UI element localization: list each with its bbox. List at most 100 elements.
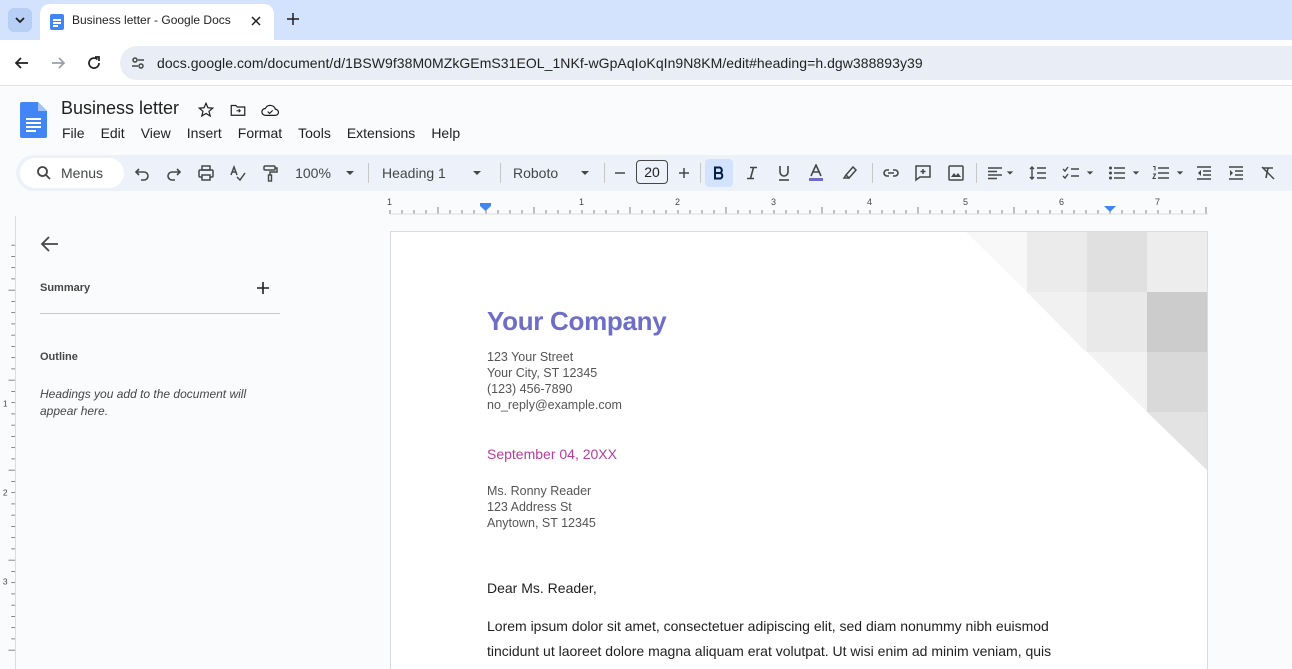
spelling-check-button[interactable] <box>226 159 250 187</box>
close-icon <box>251 16 261 26</box>
menu-view[interactable]: View <box>133 124 179 144</box>
recipient-address-line[interactable]: Anytown, ST 12345 <box>487 516 596 530</box>
paint-format-button[interactable] <box>258 159 282 187</box>
document-page[interactable]: Your Company 123 Your Street Your City, … <box>390 231 1208 669</box>
zoom-value: 100% <box>295 165 331 181</box>
reload-button[interactable] <box>82 51 106 75</box>
dropdown-arrow-icon <box>581 171 590 175</box>
increase-font-size-button[interactable] <box>674 159 694 187</box>
numbered-list-select[interactable] <box>1148 159 1188 187</box>
recipient-address-line[interactable]: 123 Address St <box>487 500 572 514</box>
menus-search-box[interactable]: Menus <box>20 158 124 188</box>
tab-search-button[interactable] <box>8 8 32 32</box>
toolbar-divider <box>604 163 605 183</box>
clear-formatting-icon <box>1261 166 1275 180</box>
vertical-ruler[interactable]: 1 2 3 <box>0 216 16 669</box>
highlighter-icon <box>842 165 858 180</box>
letter-body-line[interactable]: Lorem ipsum dolor sit amet, consectetuer… <box>487 618 1049 634</box>
sender-address-line[interactable]: (123) 456-7890 <box>487 382 572 396</box>
horizontal-ruler[interactable]: 1 1 2 3 4 5 6 7 <box>0 196 1292 216</box>
first-line-indent-marker[interactable] <box>480 203 491 211</box>
forward-button[interactable] <box>46 51 70 75</box>
google-docs-logo-icon[interactable] <box>20 102 47 138</box>
clear-formatting-button[interactable] <box>1256 159 1280 187</box>
text-color-button[interactable] <box>804 159 828 187</box>
menu-format[interactable]: Format <box>230 124 290 144</box>
ruler-label: 5 <box>963 197 968 207</box>
document-outline-panel: Summary Outline Headings you add to the … <box>16 216 316 669</box>
url-text: docs.google.com/document/d/1BSW9f38M0MZk… <box>157 55 923 71</box>
plus-icon <box>287 13 299 25</box>
move-button[interactable] <box>227 99 249 121</box>
menu-tools[interactable]: Tools <box>290 124 339 144</box>
zoom-select[interactable]: 100% <box>290 159 360 187</box>
close-tab-button[interactable] <box>246 11 266 31</box>
decrease-indent-button[interactable] <box>1192 159 1216 187</box>
back-button[interactable] <box>10 51 34 75</box>
formatting-toolbar: Menus 100% Heading 1 Roboto 20 <box>16 155 1292 191</box>
add-comment-button[interactable] <box>911 159 935 187</box>
underline-icon <box>779 166 789 181</box>
italic-button[interactable] <box>740 159 764 187</box>
line-spacing-button[interactable] <box>1026 159 1050 187</box>
checklist-select[interactable] <box>1058 159 1098 187</box>
menu-extensions[interactable]: Extensions <box>339 124 423 144</box>
close-outline-button[interactable] <box>38 232 62 256</box>
document-title[interactable]: Business letter <box>61 98 179 119</box>
ruler-label: 4 <box>867 197 872 207</box>
star-button[interactable] <box>195 99 217 121</box>
link-icon <box>883 169 899 177</box>
menu-edit[interactable]: Edit <box>93 124 133 144</box>
letter-body-line[interactable]: tincidunt ut laoreet dolore magna aliqua… <box>487 643 1051 659</box>
menu-help[interactable]: Help <box>423 124 468 144</box>
sender-address-line[interactable]: no_reply@example.com <box>487 398 622 412</box>
browser-address-bar: docs.google.com/document/d/1BSW9f38M0MZk… <box>0 40 1292 86</box>
company-name-heading[interactable]: Your Company <box>487 306 667 337</box>
menu-insert[interactable]: Insert <box>179 124 230 144</box>
menus-search-label: Menus <box>61 165 104 181</box>
site-info-button[interactable] <box>128 53 148 73</box>
highlight-color-button[interactable] <box>838 159 862 187</box>
bulleted-list-select[interactable] <box>1104 159 1144 187</box>
letter-date[interactable]: September 04, 20XX <box>487 446 617 462</box>
align-select[interactable] <box>982 159 1018 187</box>
right-indent-marker[interactable] <box>1104 206 1116 212</box>
arrow-left-icon <box>14 57 28 69</box>
sender-address-line[interactable]: Your City, ST 12345 <box>487 366 597 380</box>
url-omnibox[interactable]: docs.google.com/document/d/1BSW9f38M0MZk… <box>120 46 1292 80</box>
sender-address-line[interactable]: 123 Your Street <box>487 350 573 364</box>
print-icon <box>198 165 214 181</box>
search-icon <box>37 166 51 180</box>
paragraph-style-select[interactable]: Heading 1 <box>378 159 488 187</box>
document-status-button[interactable] <box>259 99 281 121</box>
undo-button[interactable] <box>130 159 154 187</box>
insert-image-button[interactable] <box>944 159 968 187</box>
browser-tab-active[interactable]: Business letter - Google Docs <box>40 4 274 40</box>
bold-icon <box>714 166 724 180</box>
new-tab-button[interactable] <box>282 8 304 30</box>
tune-icon <box>132 57 144 69</box>
toolbar-divider <box>368 163 369 183</box>
dropdown-arrow-icon <box>472 171 481 175</box>
dropdown-arrow-icon <box>1176 171 1184 175</box>
add-summary-button[interactable] <box>254 279 272 297</box>
italic-icon <box>747 166 757 180</box>
checklist-icon <box>1062 166 1079 180</box>
underline-button[interactable] <box>772 159 796 187</box>
toolbar-divider <box>500 163 501 183</box>
recipient-address-line[interactable]: Ms. Ronny Reader <box>487 484 591 498</box>
font-select[interactable]: Roboto <box>510 159 592 187</box>
menu-file[interactable]: File <box>54 124 93 144</box>
letter-salutation[interactable]: Dear Ms. Reader, <box>487 580 597 596</box>
increase-indent-button[interactable] <box>1224 159 1248 187</box>
chevron-down-icon <box>15 17 25 24</box>
font-size-input[interactable]: 20 <box>636 160 668 184</box>
insert-link-button[interactable] <box>879 159 903 187</box>
add-comment-icon <box>915 165 931 182</box>
decrease-font-size-button[interactable] <box>610 159 630 187</box>
redo-button[interactable] <box>162 159 186 187</box>
spellcheck-icon <box>230 164 246 182</box>
plus-icon <box>679 168 689 178</box>
bold-button[interactable] <box>705 159 733 187</box>
print-button[interactable] <box>194 159 218 187</box>
